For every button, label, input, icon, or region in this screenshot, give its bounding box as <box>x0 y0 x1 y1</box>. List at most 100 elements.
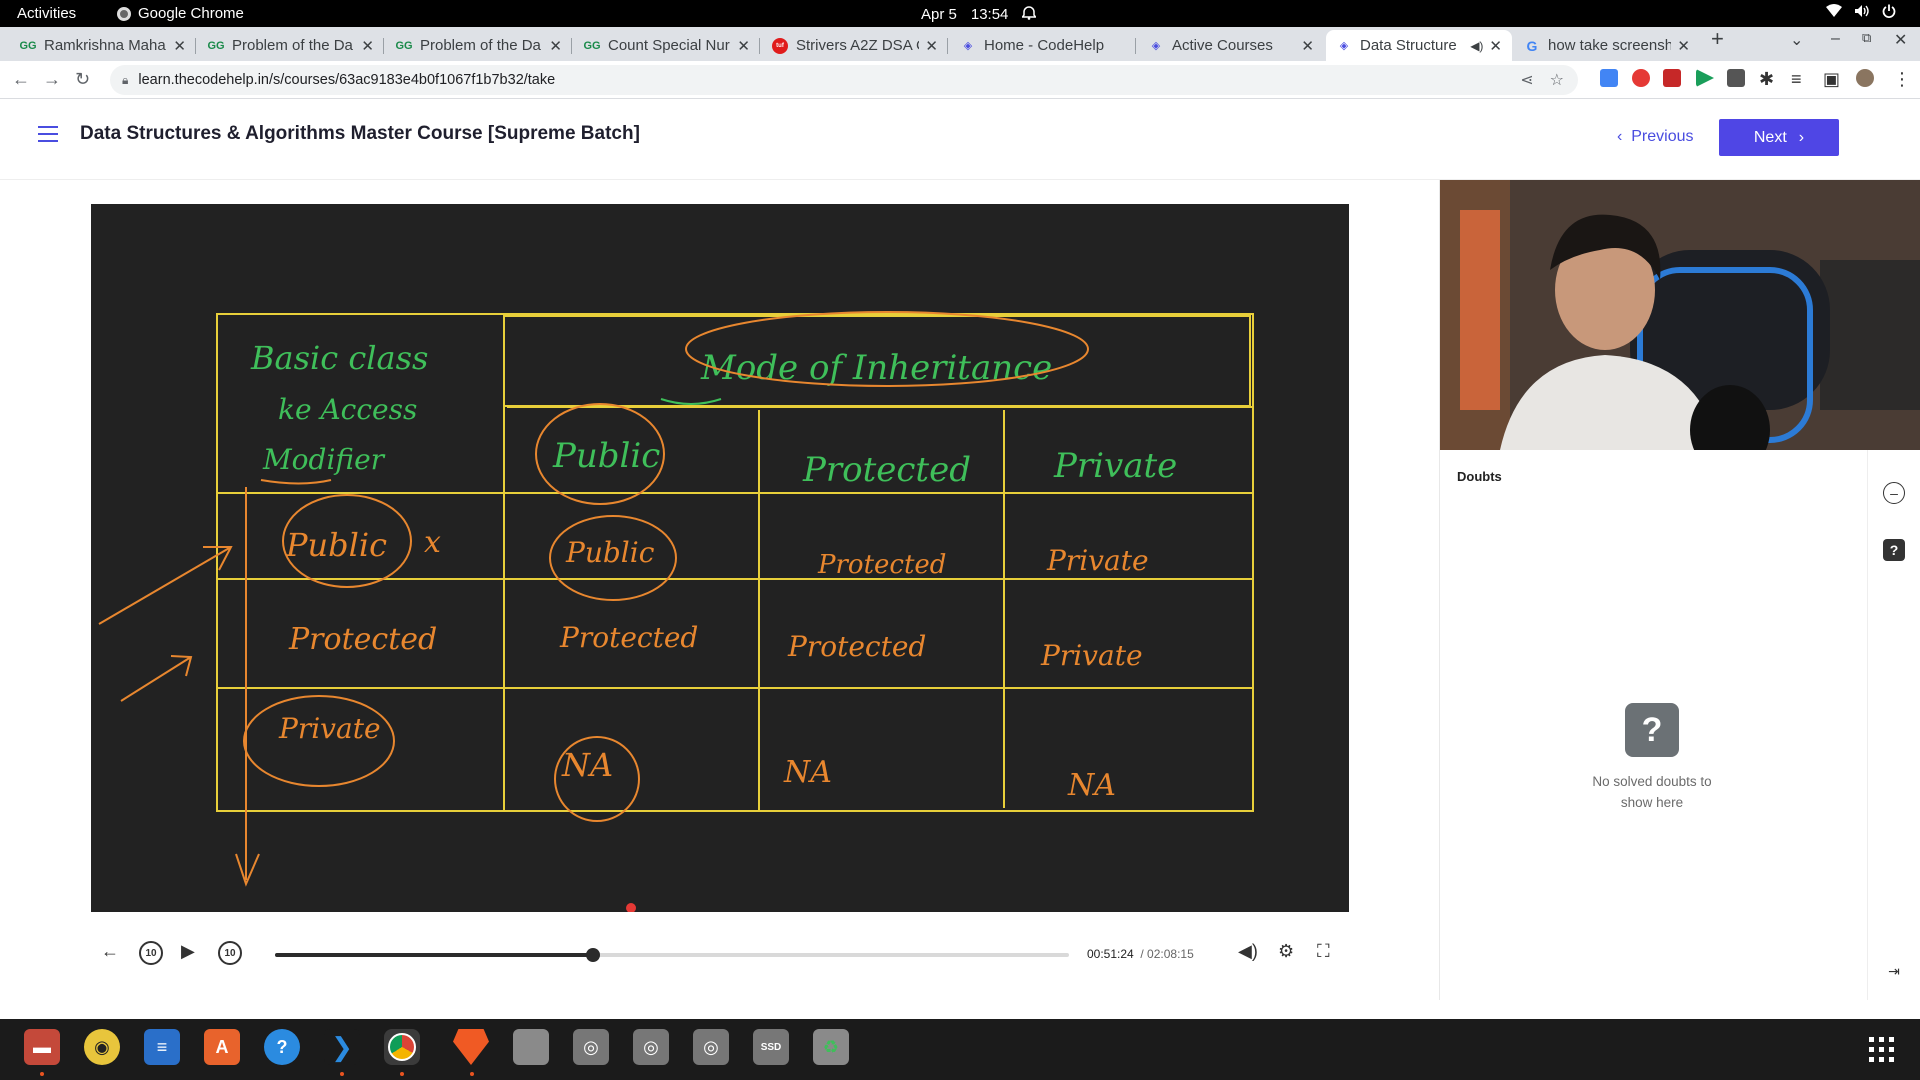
trash-icon[interactable]: ♻ <box>813 1029 849 1065</box>
row1-cell3: Private <box>1046 544 1149 577</box>
puzzle-extensions-icon[interactable]: ✱ <box>1759 69 1774 90</box>
row2-cell1: Protected <box>559 621 698 654</box>
help-icon[interactable]: ? <box>264 1029 300 1065</box>
url-text[interactable]: learn.thecodehelp.in/s/courses/63ac9183e… <box>138 72 555 88</box>
menu-icon[interactable] <box>38 126 58 142</box>
header-left-line1: Basic class <box>250 339 428 377</box>
browser-tab[interactable]: G how take screensh ✕ <box>1514 30 1700 61</box>
shield-extension-icon[interactable] <box>1632 69 1650 87</box>
volume-icon[interactable]: ◀) <box>1238 941 1258 962</box>
row2-base: Protected <box>288 622 437 657</box>
cursor-dot <box>626 903 636 912</box>
next-button[interactable]: Next › <box>1719 119 1839 156</box>
reading-list-icon[interactable]: ≡ <box>1791 69 1802 90</box>
row1-cell2: Protected <box>817 550 946 580</box>
browser-tab[interactable]: ◈ Active Courses ✕ <box>1138 30 1324 61</box>
previous-button[interactable]: ‹ Previous <box>1617 128 1693 146</box>
brave-icon[interactable] <box>453 1029 489 1065</box>
vscode-icon[interactable]: ❯ <box>324 1029 360 1065</box>
show-apps-icon[interactable] <box>1869 1037 1894 1062</box>
settings-gear-icon[interactable]: ⚙ <box>1278 941 1294 962</box>
browser-tab[interactable]: GG Problem of the Da ✕ <box>386 30 572 61</box>
previous-label: Previous <box>1631 128 1694 145</box>
new-tab-icon[interactable]: + <box>1711 26 1724 52</box>
total-time: / 02:08:15 <box>1140 947 1194 961</box>
counter-extension-icon[interactable] <box>1727 69 1745 87</box>
disk-icon[interactable]: ◎ <box>633 1029 669 1065</box>
browser-tab[interactable]: GG Ramkrishna Maha ✕ <box>10 30 196 61</box>
pocket-extension-icon[interactable] <box>1663 69 1681 87</box>
profile-avatar[interactable] <box>1856 69 1874 87</box>
col-header-public: Public <box>552 436 660 476</box>
comment-icon[interactable]: – <box>1883 482 1905 504</box>
seek-bar[interactable] <box>275 948 1069 962</box>
files-icon[interactable]: ▬ <box>24 1029 60 1065</box>
seek-bar-handle[interactable] <box>585 948 600 962</box>
drive-icon[interactable] <box>513 1029 549 1065</box>
more-menu-icon[interactable]: ⋮ <box>1893 69 1911 90</box>
forward-10-button[interactable]: 10 <box>218 941 242 965</box>
doubts-tab-icon[interactable]: ? <box>1883 539 1905 561</box>
browser-tab[interactable]: GG Count Special Nur ✕ <box>574 30 760 61</box>
browser-tab[interactable]: GG Problem of the Da ✕ <box>198 30 384 61</box>
side-rail: – ? ⇥ <box>1867 450 1920 1000</box>
app-menu[interactable]: Google Chrome <box>117 5 244 22</box>
share-icon[interactable]: ⋖ <box>1520 70 1533 90</box>
restore-icon[interactable]: ⧉ <box>1862 30 1871 46</box>
browser-tab-active[interactable]: ◈ Data Structure ◀) ✕ <box>1326 30 1512 61</box>
close-tab-icon[interactable]: ✕ <box>1677 37 1690 55</box>
disk-icon[interactable]: ◎ <box>693 1029 729 1065</box>
ssd-icon[interactable]: SSD <box>753 1029 789 1065</box>
back-arrow-icon[interactable]: ← <box>101 941 119 962</box>
activities-button[interactable]: Activities <box>17 5 76 22</box>
chevron-right-icon: › <box>1798 128 1805 146</box>
back-icon[interactable]: ← <box>12 69 30 90</box>
tab-search-icon[interactable]: ⌄ <box>1790 30 1803 50</box>
header-mode: Mode of Inheritance <box>700 348 1052 388</box>
close-tab-icon[interactable]: ✕ <box>361 37 374 55</box>
address-bar[interactable]: 🔒︎ learn.thecodehelp.in/s/courses/63ac91… <box>110 65 1578 95</box>
reload-icon[interactable]: ↻ <box>75 69 90 90</box>
tab-title: Data Structure <box>1360 37 1457 54</box>
close-tab-icon[interactable]: ✕ <box>737 37 750 55</box>
clock[interactable]: Apr 5 13:54 <box>921 5 1038 24</box>
audio-playing-icon[interactable]: ◀) <box>1470 39 1483 53</box>
time-display: 00:51:24 / 02:08:15 <box>1087 947 1194 961</box>
side-panel-icon[interactable]: ▣ <box>1823 69 1840 90</box>
current-time: 00:51:24 <box>1087 947 1134 961</box>
minimize-icon[interactable]: – <box>1831 30 1840 48</box>
forward-icon[interactable]: → <box>43 69 61 90</box>
browser-tab[interactable]: tuf Strivers A2Z DSA C ✕ <box>762 30 948 61</box>
close-tab-icon[interactable]: ✕ <box>1489 37 1502 55</box>
browser-tab[interactable]: ◈ Home - CodeHelp <box>950 30 1136 61</box>
close-tab-icon[interactable]: ✕ <box>549 37 562 55</box>
exit-icon[interactable]: ⇥ <box>1883 960 1905 982</box>
rewind-10-button[interactable]: 10 <box>139 941 163 965</box>
close-tab-icon[interactable]: ✕ <box>1301 37 1314 55</box>
row3-cell2: NA <box>783 755 832 790</box>
disk-icon[interactable]: ◎ <box>573 1029 609 1065</box>
tab-title: Problem of the Da <box>232 37 353 54</box>
close-window-icon[interactable]: ✕ <box>1894 30 1907 50</box>
ubuntu-dock: ▬ ◉ ≡ A ? ❯ ◎ ◎ ◎ SSD ♻ <box>0 1019 1920 1080</box>
chrome-icon[interactable] <box>384 1029 420 1065</box>
player-controls: ← 10 ▶ 10 00:51:24 / 02:08:15 ◀) ⚙ ⛶ <box>91 935 1349 977</box>
gfg-icon: GG <box>19 39 37 52</box>
play-icon[interactable]: ▶ <box>181 941 195 962</box>
row3-base: Private <box>278 712 381 745</box>
tab-title: Active Courses <box>1172 37 1273 54</box>
video-player[interactable]: Basic class ke Access Modifier Mode of I… <box>91 204 1349 912</box>
system-tray[interactable] <box>1826 4 1898 20</box>
send-extension-icon[interactable] <box>1696 69 1714 87</box>
software-icon[interactable]: A <box>204 1029 240 1065</box>
bookmark-star-icon[interactable]: ☆ <box>1550 70 1564 90</box>
close-tab-icon[interactable]: ✕ <box>925 37 938 55</box>
doubts-empty-state: ? No solved doubts to show here <box>1587 703 1717 813</box>
translate-extension-icon[interactable] <box>1600 69 1618 87</box>
writer-icon[interactable]: ≡ <box>144 1029 180 1065</box>
rhythmbox-icon[interactable]: ◉ <box>84 1029 120 1065</box>
close-tab-icon[interactable]: ✕ <box>173 37 186 55</box>
tab-title: Problem of the Da <box>420 37 541 54</box>
fullscreen-icon[interactable]: ⛶ <box>1317 941 1330 962</box>
lock-icon[interactable]: 🔒︎ <box>122 73 128 88</box>
